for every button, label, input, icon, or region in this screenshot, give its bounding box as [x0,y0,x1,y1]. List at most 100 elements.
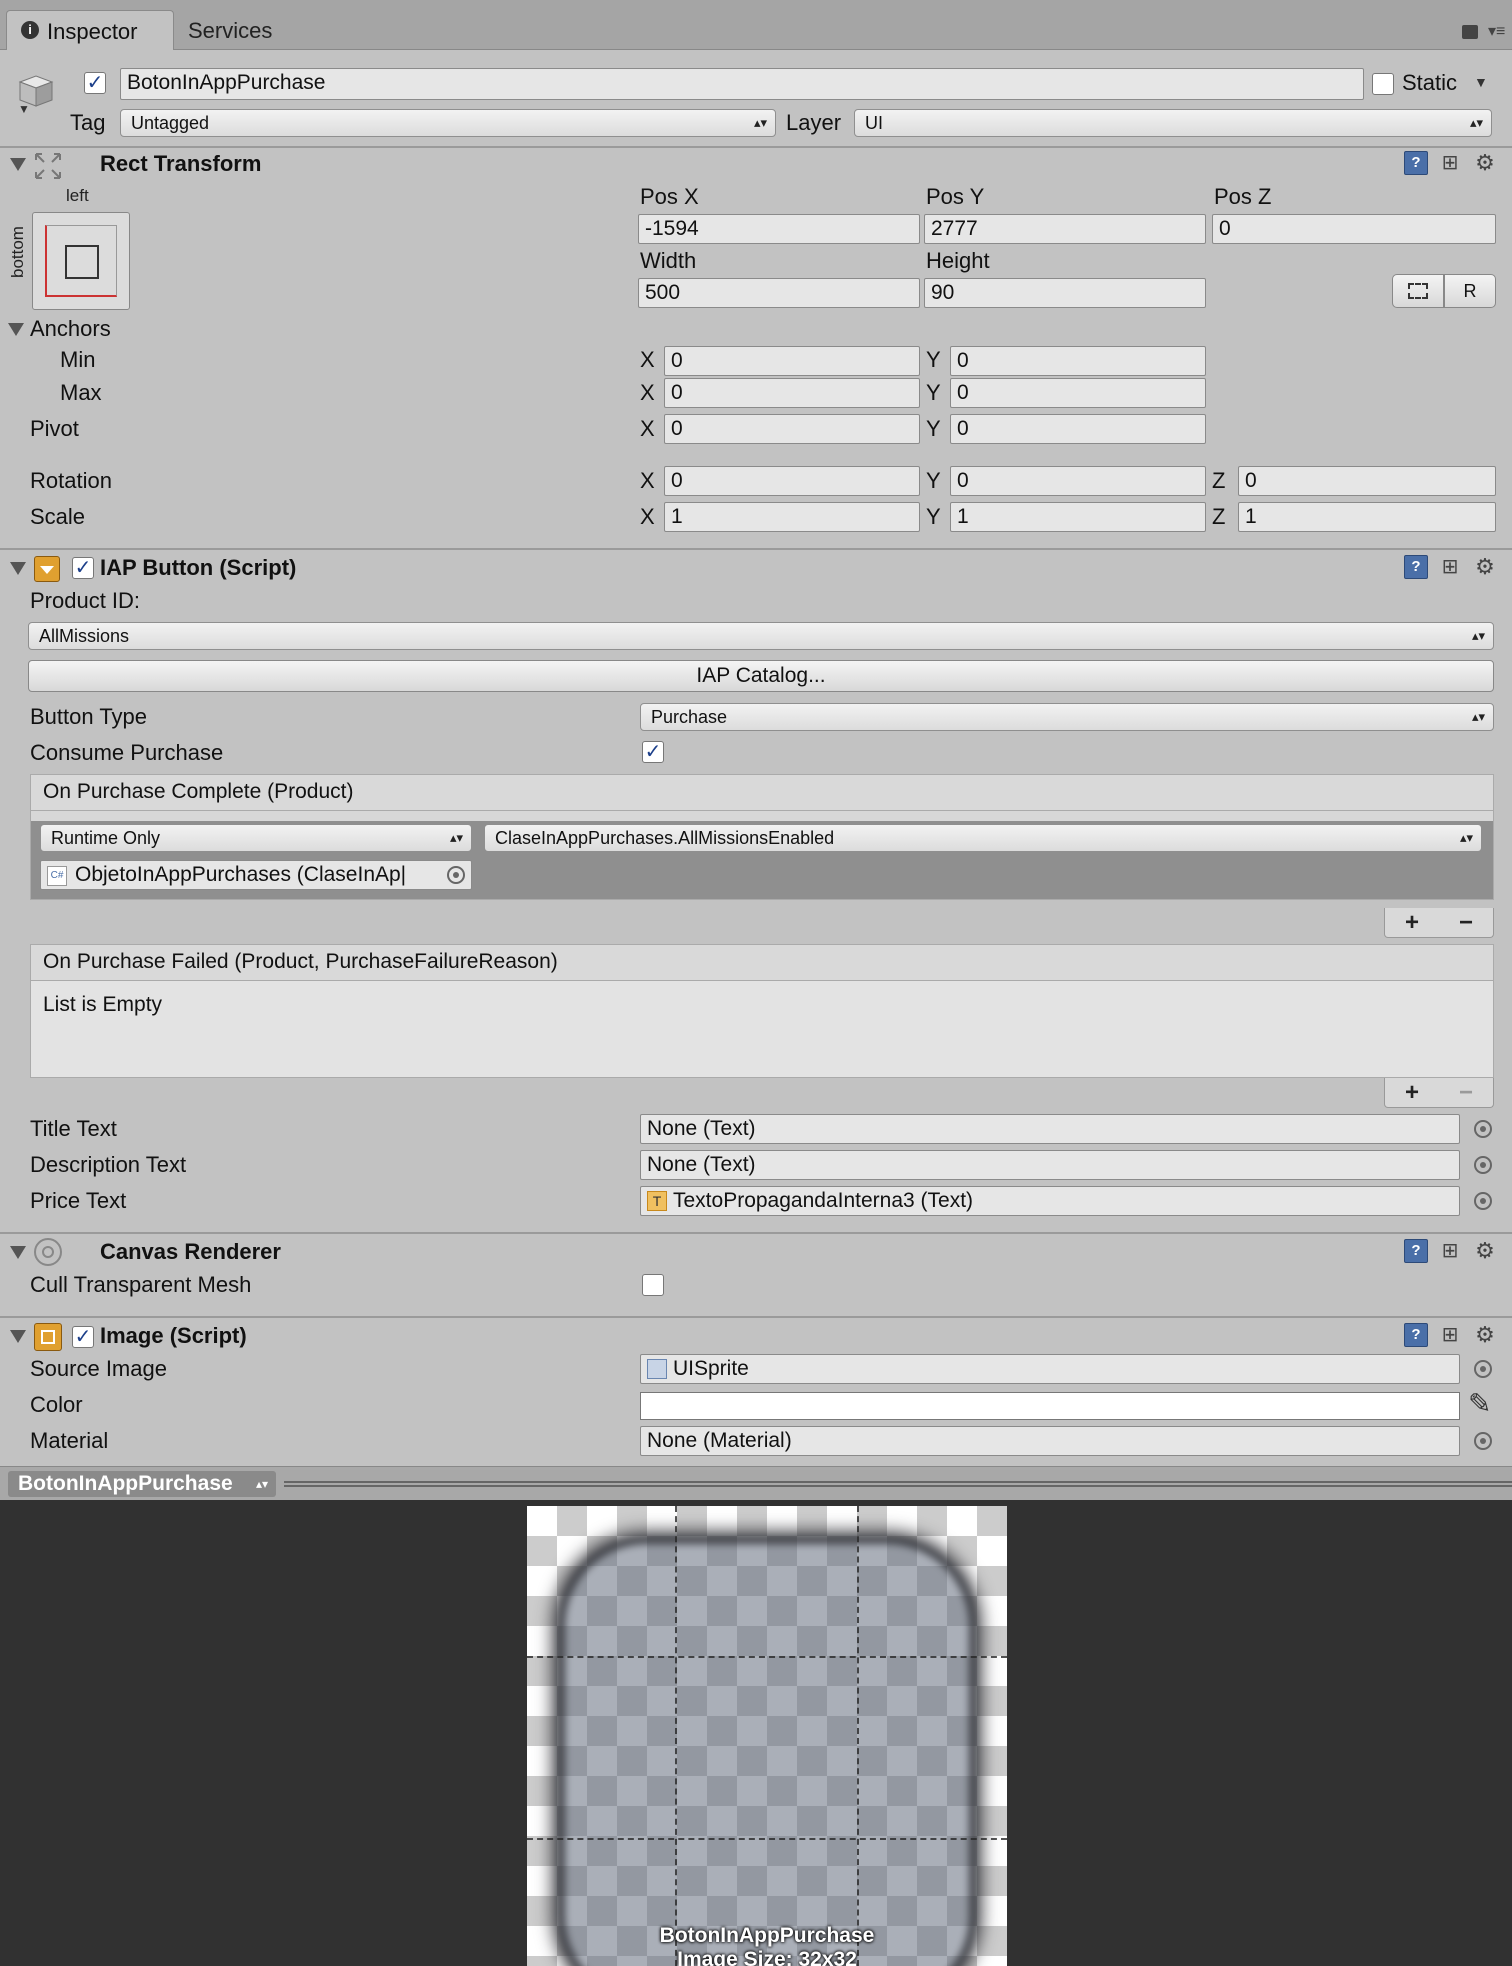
foldout-arrow-icon[interactable] [10,158,26,171]
object-picker-icon[interactable] [1474,1156,1492,1174]
preview-object-dropdown[interactable]: BotonInAppPurchase ▴▾ [8,1471,276,1497]
eyedropper-icon[interactable]: ✎ [1468,1388,1491,1420]
cull-transparent-mesh-checkbox[interactable] [642,1274,664,1296]
rotation-y-field[interactable]: 0 [950,466,1206,496]
button-type-dropdown[interactable]: Purchase ▴▾ [640,703,1494,731]
anchor-min-x-field[interactable]: 0 [664,346,920,376]
csharp-script-icon: C# [47,866,67,886]
price-text-field[interactable]: T TextoPropagandaInterna3 (Text) [640,1186,1460,1216]
foldout-arrow-icon[interactable] [10,1246,26,1259]
product-id-dropdown[interactable]: AllMissions ▴▾ [28,622,1494,650]
object-picker-icon[interactable] [1474,1120,1492,1138]
layer-label: Layer [786,110,842,135]
active-checkbox[interactable]: ✓ [84,72,106,94]
anchor-max-y-field[interactable]: 0 [950,378,1206,408]
rotation-x-field[interactable]: 0 [664,466,920,496]
help-book-icon[interactable]: ? [1404,1323,1428,1347]
pos-z-field[interactable]: 0 [1212,214,1496,244]
raw-edit-button[interactable]: R [1444,274,1496,308]
gameobject-dropdown-icon[interactable]: ▼ [18,102,30,116]
title-text-field[interactable]: None (Text) [640,1114,1460,1144]
preset-sliders-icon[interactable]: ⊞ [1438,555,1462,579]
product-id-label: Product ID: [30,588,141,613]
image-enabled-checkbox[interactable]: ✓ [72,1326,94,1348]
component-tools: ? ⊞ ⚙ [1404,151,1498,175]
iap-catalog-button[interactable]: IAP Catalog... [28,660,1494,692]
iap-script-icon [34,556,60,582]
pos-y-field[interactable]: 2777 [924,214,1206,244]
pivot-x-field[interactable]: 0 [664,414,920,444]
tab-menu-icon[interactable]: ▾≡ [1488,24,1505,40]
material-field[interactable]: None (Material) [640,1426,1460,1456]
runtime-mode-dropdown[interactable]: Runtime Only ▴▾ [40,824,472,852]
canvas-renderer-icon [34,1238,62,1266]
canvas-renderer-title: Canvas Renderer [100,1239,281,1264]
iap-enabled-checkbox[interactable]: ✓ [72,557,94,579]
function-dropdown[interactable]: ClaseInAppPurchases.AllMissionsEnabled ▴▾ [484,824,1482,852]
preview-toolbar: BotonInAppPurchase ▴▾ [0,1466,1512,1500]
object-picker-icon[interactable] [1474,1192,1492,1210]
source-image-field[interactable]: UISprite [640,1354,1460,1384]
tag-dropdown[interactable]: Untagged ▴▾ [120,109,776,137]
runtime-mode-value: Runtime Only [51,828,161,848]
gear-icon[interactable]: ⚙ [1472,555,1498,579]
preview-resize-handle[interactable] [284,1481,1512,1487]
pivot-y-field[interactable]: 0 [950,414,1206,444]
consume-purchase-checkbox[interactable]: ✓ [642,741,664,763]
preset-sliders-icon[interactable]: ⊞ [1438,151,1462,175]
lock-icon[interactable] [1462,25,1478,39]
rotation-z-field[interactable]: 0 [1238,466,1496,496]
rect-transform-icon [32,150,64,182]
tab-inspector[interactable]: i Inspector [6,10,174,50]
help-book-icon[interactable]: ? [1404,151,1428,175]
anchor-preset-button[interactable] [32,212,130,310]
anchors-foldout-icon[interactable] [8,323,24,336]
preset-sliders-icon[interactable]: ⊞ [1438,1239,1462,1263]
divider [0,548,1512,550]
layer-dropdown[interactable]: UI ▴▾ [854,109,1492,137]
height-field[interactable]: 90 [924,278,1206,308]
gear-icon[interactable]: ⚙ [1472,151,1498,175]
pos-x-field[interactable]: -1594 [638,214,920,244]
color-swatch[interactable] [640,1392,1460,1420]
static-checkbox[interactable] [1372,73,1394,95]
help-book-icon[interactable]: ? [1404,555,1428,579]
object-picker-icon[interactable] [1474,1432,1492,1450]
foldout-arrow-icon[interactable] [10,1330,26,1343]
blueprint-icon [1408,283,1428,299]
chevron-updown-icon: ▴▾ [1469,115,1483,130]
component-tools: ? ⊞ ⚙ [1404,1323,1498,1347]
text-component-icon: T [647,1191,667,1211]
anchor-max-x-field[interactable]: 0 [664,378,920,408]
preset-sliders-icon[interactable]: ⊞ [1438,1323,1462,1347]
remove-listener-button[interactable]: − [1459,909,1473,937]
tab-services[interactable]: Services [180,10,310,50]
object-picker-icon[interactable] [1474,1360,1492,1378]
on-purchase-failed-event: On Purchase Failed (Product, PurchaseFai… [30,944,1494,1078]
foldout-arrow-icon[interactable] [10,562,26,575]
object-picker-icon[interactable] [447,866,465,884]
chevron-updown-icon: ▴▾ [1471,709,1485,724]
gear-icon[interactable]: ⚙ [1472,1239,1498,1263]
object-name-field[interactable]: BotonInAppPurchase [120,68,1364,100]
add-listener-button[interactable]: + [1405,909,1419,937]
preview-caption-size: Image Size: 32x32 [677,1948,857,1966]
gear-icon[interactable]: ⚙ [1472,1323,1498,1347]
axis-z-label: Z [1212,504,1226,529]
target-object-field[interactable]: C# ObjetoInAppPurchases (ClaseInAp| [40,860,472,890]
blueprint-mode-button[interactable] [1392,274,1444,308]
anchor-preset-top-label: left [66,186,89,205]
anchor-min-y-field[interactable]: 0 [950,346,1206,376]
tag-label: Tag [70,110,106,135]
static-dropdown-icon[interactable]: ▼ [1474,74,1488,90]
scale-x-field[interactable]: 1 [664,502,920,532]
height-label: Height [926,248,990,273]
list-empty-label: List is Empty [43,993,163,1016]
sprite-rounded-shape [557,1536,977,1966]
scale-z-field[interactable]: 1 [1238,502,1496,532]
help-book-icon[interactable]: ? [1404,1239,1428,1263]
width-field[interactable]: 500 [638,278,920,308]
description-text-field[interactable]: None (Text) [640,1150,1460,1180]
scale-y-field[interactable]: 1 [950,502,1206,532]
add-listener-button[interactable]: + [1405,1079,1419,1107]
